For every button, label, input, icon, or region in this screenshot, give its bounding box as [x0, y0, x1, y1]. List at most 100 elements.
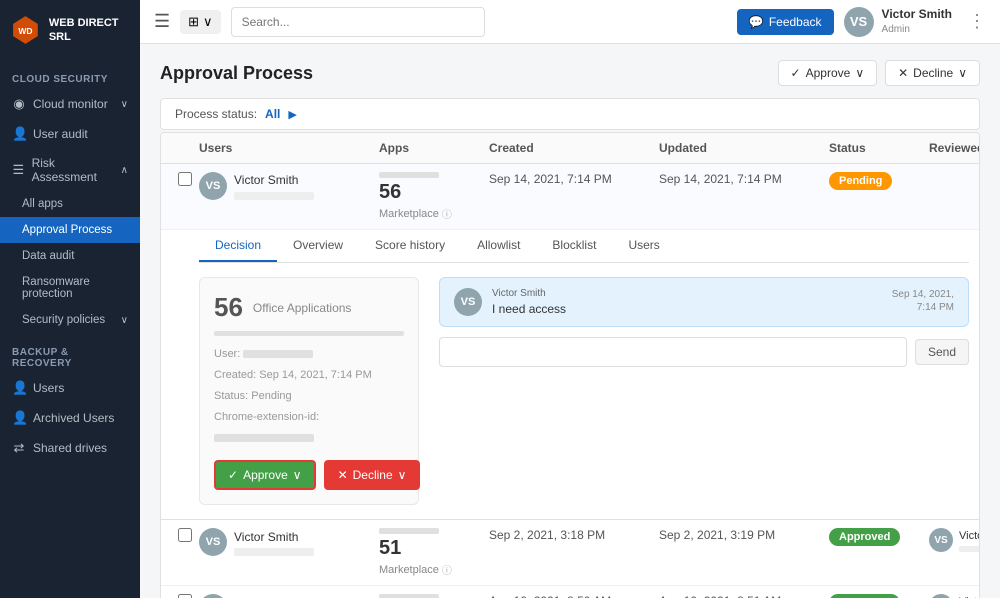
- row1-user: VS Victor Smith: [199, 172, 379, 200]
- decline-btn-label: Decline: [353, 468, 393, 482]
- approve-btn-label: Approve: [243, 468, 288, 482]
- sidebar-item-data-audit[interactable]: Data audit: [0, 243, 140, 269]
- row3-created: Aug 10, 2021, 8:50 AM: [489, 594, 659, 598]
- header-created: Created: [489, 141, 659, 155]
- decision-app-label: Office Applications: [253, 301, 352, 315]
- user-audit-icon: 👤: [12, 126, 26, 142]
- archived-icon: 👤: [12, 410, 26, 426]
- avatar: VS: [844, 7, 874, 37]
- sidebar-item-security-policies[interactable]: Security policies ∨: [0, 307, 140, 333]
- row1-created: Sep 14, 2021, 7:14 PM: [489, 172, 659, 186]
- sidebar-item-users[interactable]: 👤 Users: [0, 373, 140, 403]
- status-arrow-icon: ▶: [288, 108, 296, 121]
- sidebar-item-archived-users[interactable]: 👤 Archived Users: [0, 403, 140, 433]
- section-cloud-security: CLOUD SECURITY: [0, 60, 140, 89]
- user-menu[interactable]: VS Victor Smith Admin: [844, 7, 952, 37]
- header-check: [171, 141, 199, 155]
- message-content: Victor Smith I need access: [492, 288, 874, 316]
- decline-header-label: Decline: [913, 66, 953, 80]
- row2-sub: [234, 548, 314, 556]
- feedback-label: Feedback: [769, 15, 822, 29]
- section-backup: BACKUP & RECOVERY: [0, 333, 140, 373]
- tab-decision[interactable]: Decision: [199, 230, 277, 262]
- feedback-button[interactable]: 💬 Feedback: [737, 9, 834, 35]
- row1-status: Pending: [829, 172, 929, 190]
- status-badge: Approved: [829, 528, 900, 546]
- tab-allowlist[interactable]: Allowlist: [461, 230, 536, 262]
- sidebar-item-user-audit[interactable]: 👤 User audit: [0, 119, 140, 149]
- more-options-icon[interactable]: ⋮: [968, 11, 986, 32]
- row3-check[interactable]: [171, 594, 199, 598]
- decision-panel: 56 Office Applications User: Created: Se…: [199, 277, 969, 505]
- row3-name: Victor Smith: [234, 595, 314, 598]
- reply-input[interactable]: [439, 337, 907, 367]
- decline-caret-icon: ∨: [958, 66, 967, 80]
- sidebar-item-shared-drives[interactable]: ⇄ Shared drives: [0, 433, 140, 463]
- grid-switcher[interactable]: ⊞ ∨: [180, 10, 220, 34]
- feedback-icon: 💬: [749, 15, 764, 29]
- row2-avatar: VS: [199, 528, 227, 556]
- logo-area: WD WEB DIRECT SRL: [0, 0, 140, 60]
- decision-created: Sep 14, 2021, 7:14 PM: [259, 369, 372, 381]
- sidebar-item-approval-process[interactable]: Approval Process: [0, 217, 140, 243]
- row1-check[interactable]: [171, 172, 199, 186]
- table-row[interactable]: VS Victor Smith 56 Marketplace ⓘ Sep 14,…: [161, 164, 979, 230]
- decline-button[interactable]: ✕ Decline ∨: [324, 460, 421, 490]
- decision-right: VS Victor Smith I need access Sep 14, 20…: [439, 277, 969, 505]
- header-status: Status: [829, 141, 929, 155]
- row3-user: VS Victor Smith: [199, 594, 379, 598]
- decline-header-button[interactable]: ✕ Decline ∨: [885, 60, 980, 86]
- header-apps: Apps: [379, 141, 489, 155]
- search-input[interactable]: [231, 7, 485, 37]
- sidebar-item-all-apps[interactable]: All apps: [0, 191, 140, 217]
- table-header: Users Apps Created Updated Status Review…: [161, 133, 979, 164]
- all-apps-label: All apps: [22, 198, 63, 210]
- decline-btn-caret: ∨: [398, 468, 407, 482]
- approve-header-button[interactable]: ✓ Approve ∨: [778, 60, 878, 86]
- tab-score-history[interactable]: Score history: [359, 230, 461, 262]
- tab-overview[interactable]: Overview: [277, 230, 359, 262]
- sidebar-item-risk-assessment[interactable]: ☰ Risk Assessment ∧: [0, 149, 140, 191]
- message-sender: Victor Smith: [492, 288, 874, 299]
- chevron-down-icon: ∨: [121, 99, 128, 110]
- row2-name: Victor Smith: [234, 529, 314, 546]
- page-header: Approval Process ✓ Approve ∨ ✕ Decline ∨: [160, 60, 980, 86]
- brand-name: WEB DIRECT SRL: [49, 16, 130, 45]
- process-status-value[interactable]: All: [265, 107, 280, 121]
- content-area: Approval Process ✓ Approve ∨ ✕ Decline ∨…: [140, 44, 1000, 598]
- message-date: Sep 14, 2021,7:14 PM: [884, 288, 954, 314]
- decision-actions: ✓ Approve ∨ ✕ Decline ∨: [214, 460, 404, 490]
- tab-blocklist[interactable]: Blocklist: [536, 230, 612, 262]
- decision-status: Pending: [251, 390, 291, 402]
- row3-apps: 48 Marketplace ⓘ: [379, 594, 489, 598]
- sidebar: WD WEB DIRECT SRL CLOUD SECURITY ◉ Cloud…: [0, 0, 140, 598]
- row1-sub: [234, 192, 314, 200]
- tab-users[interactable]: Users: [612, 230, 675, 262]
- hamburger-icon[interactable]: ☰: [154, 11, 170, 32]
- cloud-monitor-label: Cloud monitor: [33, 97, 108, 111]
- grid-caret: ∨: [203, 14, 213, 30]
- user-role: Admin: [882, 23, 952, 36]
- header-reviewed: Reviewed by: [929, 141, 980, 155]
- row2-check[interactable]: [171, 528, 199, 542]
- user-audit-label: User audit: [33, 127, 88, 141]
- data-audit-label: Data audit: [22, 250, 74, 262]
- sidebar-item-cloud-monitor[interactable]: ◉ Cloud monitor ∨: [0, 89, 140, 119]
- security-policies-label: Security policies: [22, 314, 105, 326]
- row1-app-count: 56: [379, 181, 489, 204]
- row1-apps: 56 Marketplace ⓘ: [379, 172, 489, 221]
- process-status-bar: Process status: All ▶: [160, 98, 980, 130]
- sidebar-item-ransomware[interactable]: Ransomware protection: [0, 269, 140, 307]
- decision-meta: User: Created: Sep 14, 2021, 7:14 PM Sta…: [214, 344, 404, 448]
- decision-app-bar: [214, 331, 404, 336]
- table-row[interactable]: VS Victor Smith 51 Marketplace ⓘ Sep 2, …: [161, 520, 979, 586]
- reviewed-avatar: VS: [929, 594, 953, 598]
- reviewed-name: Victor Smith: [959, 529, 980, 543]
- row3-avatar: VS: [199, 594, 227, 598]
- row2-status: Approved: [829, 528, 929, 546]
- approve-button[interactable]: ✓ Approve ∨: [214, 460, 316, 490]
- user-name: Victor Smith: [882, 7, 952, 23]
- risk-label: Risk Assessment: [32, 156, 114, 184]
- send-button[interactable]: Send: [915, 339, 969, 365]
- table-row[interactable]: VS Victor Smith 48 Marketplace ⓘ Aug 10,…: [161, 586, 979, 598]
